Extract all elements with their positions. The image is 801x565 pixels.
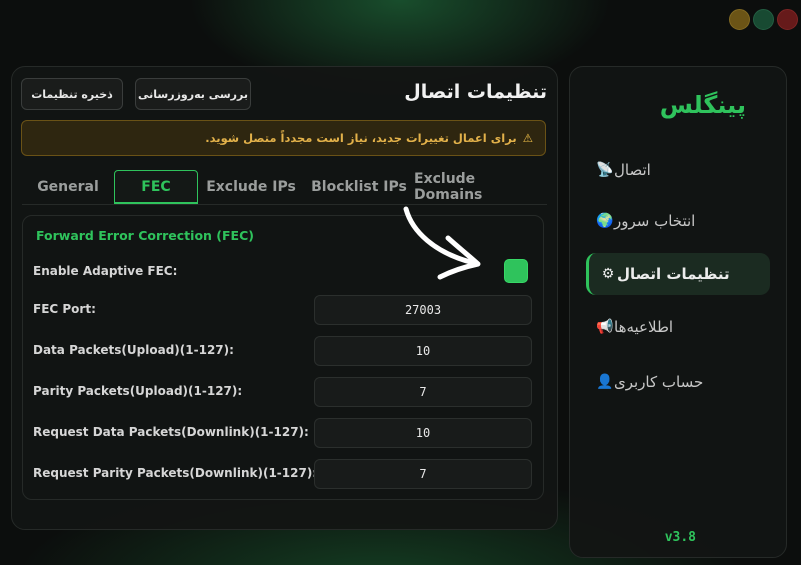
sidebar-item-connection-settings[interactable]: ⚙ تنظیمات اتصال (586, 253, 770, 295)
gear-icon: ⚙ (601, 266, 615, 282)
sidebar-item-announcements[interactable]: 📢 اطلاعیه‌ها (586, 306, 770, 348)
minimize-button[interactable] (729, 9, 750, 30)
maximize-button[interactable] (753, 9, 774, 30)
version-label: v3.8 (664, 530, 696, 545)
parity-packets-upload-input[interactable]: 7 (314, 377, 532, 407)
globe-icon: 🌍 (596, 213, 614, 229)
sidebar-item-account[interactable]: 👤 حساب کاربری (586, 361, 770, 403)
fec-port-input[interactable]: 27003 (314, 295, 532, 325)
sidebar-item-label: اطلاعیه‌ها (614, 318, 674, 336)
close-button[interactable] (777, 9, 798, 30)
brand-logo: پینگلس (659, 91, 746, 119)
section-title: Forward Error Correction (FEC) (36, 228, 254, 243)
sidebar-item-label: تنظیمات اتصال (617, 265, 730, 283)
sidebar-item-label: حساب کاربری (614, 373, 704, 391)
sidebar-item-connect[interactable]: 📡 اتصال (586, 149, 770, 191)
tab-exclude-ips[interactable]: Exclude IPs (198, 170, 304, 204)
request-data-packets-downlink-label: Request Data Packets(Downlink)(1-127): (33, 425, 309, 439)
tab-blocklist-ips[interactable]: Blocklist IPs (304, 170, 414, 204)
user-icon: 👤 (596, 374, 614, 390)
settings-panel: تنظیمات اتصال ذخیره تنظیمات بررسی به‌روز… (11, 66, 558, 530)
tab-general[interactable]: General (22, 170, 114, 204)
request-parity-packets-downlink-label: Request Parity Packets(Downlink)(1-127): (33, 466, 318, 480)
check-update-button[interactable]: بررسی به‌روزرسانی (135, 78, 251, 110)
warning-icon: ⚠ (522, 131, 533, 145)
adaptive-fec-checkbox[interactable] (504, 259, 528, 283)
annotation-arrow-icon (403, 206, 481, 280)
request-parity-packets-downlink-input[interactable]: 7 (314, 459, 532, 489)
save-settings-button[interactable]: ذخیره تنظیمات (21, 78, 123, 110)
fec-port-label: FEC Port: (33, 302, 96, 316)
megaphone-icon: 📢 (596, 319, 614, 335)
data-packets-upload-label: Data Packets(Upload)(1-127): (33, 343, 234, 357)
adaptive-fec-label: Enable Adaptive FEC: (33, 264, 178, 278)
sidebar: پینگلس 📡 اتصال 🌍 انتخاب سرور ⚙ تنظیمات ا… (569, 66, 787, 558)
tab-fec[interactable]: FEC (114, 170, 198, 204)
settings-tabs: General FEC Exclude IPs Blocklist IPs Ex… (22, 168, 547, 205)
sidebar-item-server-select[interactable]: 🌍 انتخاب سرور (586, 200, 770, 242)
data-packets-upload-input[interactable]: 10 (314, 336, 532, 366)
warning-text: برای اعمال تغییرات جدید، نیاز است مجدداً… (205, 131, 517, 145)
warning-banner: ⚠ برای اعمال تغییرات جدید، نیاز است مجدد… (21, 120, 546, 156)
parity-packets-upload-label: Parity Packets(Upload)(1-127): (33, 384, 243, 398)
sidebar-item-label: انتخاب سرور (614, 212, 696, 230)
satellite-dish-icon: 📡 (596, 162, 614, 178)
tab-exclude-domains[interactable]: Exclude Domains (414, 170, 546, 204)
page-title: تنظیمات اتصال (404, 81, 547, 103)
request-data-packets-downlink-input[interactable]: 10 (314, 418, 532, 448)
sidebar-item-label: اتصال (614, 161, 651, 179)
